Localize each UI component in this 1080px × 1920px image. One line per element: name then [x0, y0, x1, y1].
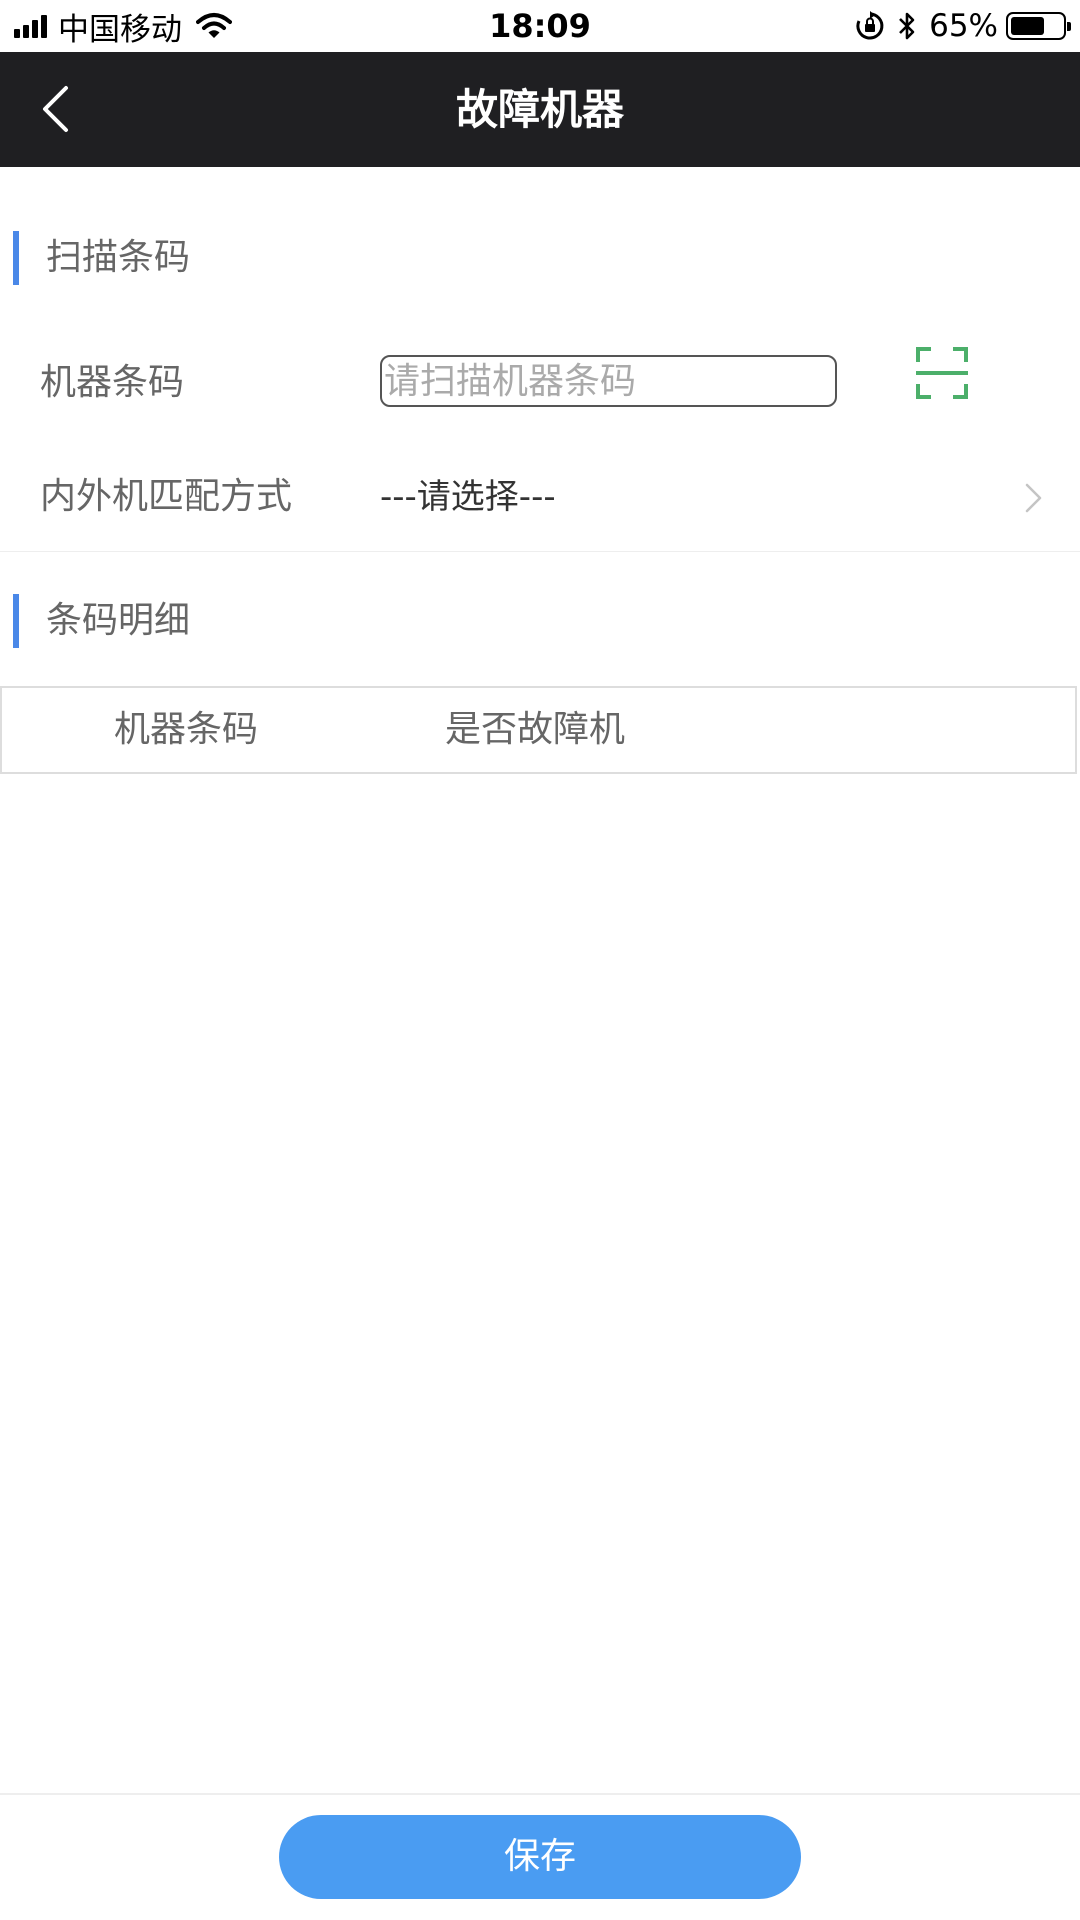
status-bar: 中国移动 18:09 65%	[0, 0, 1080, 52]
footer-divider	[0, 1793, 1080, 1795]
chevron-right-icon[interactable]	[1022, 481, 1046, 515]
rotation-lock-icon	[856, 11, 884, 40]
table-header: 机器条码 是否故障机	[0, 686, 1077, 774]
battery-level	[1011, 17, 1044, 35]
match-type-label: 内外机匹配方式	[40, 476, 293, 517]
section-accent-bar	[13, 231, 19, 285]
back-button[interactable]	[20, 74, 90, 144]
nav-bar: 故障机器	[0, 52, 1080, 167]
section-accent-bar	[13, 594, 19, 648]
battery-percent: 65%	[929, 8, 998, 44]
column-header-barcode: 机器条码	[114, 709, 259, 750]
detail-section-title: 条码明细	[46, 600, 191, 641]
column-header-faulty: 是否故障机	[445, 709, 626, 750]
scan-section-title: 扫描条码	[46, 237, 191, 278]
page-title: 故障机器	[455, 85, 624, 134]
save-button[interactable]: 保存	[279, 1815, 801, 1899]
form-divider	[0, 551, 1080, 552]
chevron-left-icon	[43, 86, 68, 132]
detail-section-header: 条码明细	[0, 591, 1080, 651]
match-type-select[interactable]: ---请选择---	[380, 472, 556, 522]
barcode-label: 机器条码	[40, 362, 185, 403]
status-right: 65%	[855, 6, 1071, 46]
scan-frame-icon[interactable]	[915, 346, 969, 400]
barcode-input[interactable]	[380, 355, 837, 407]
bluetooth-icon	[899, 12, 915, 40]
scan-section-header: 扫描条码	[0, 228, 1080, 288]
battery-icon	[1006, 12, 1071, 40]
